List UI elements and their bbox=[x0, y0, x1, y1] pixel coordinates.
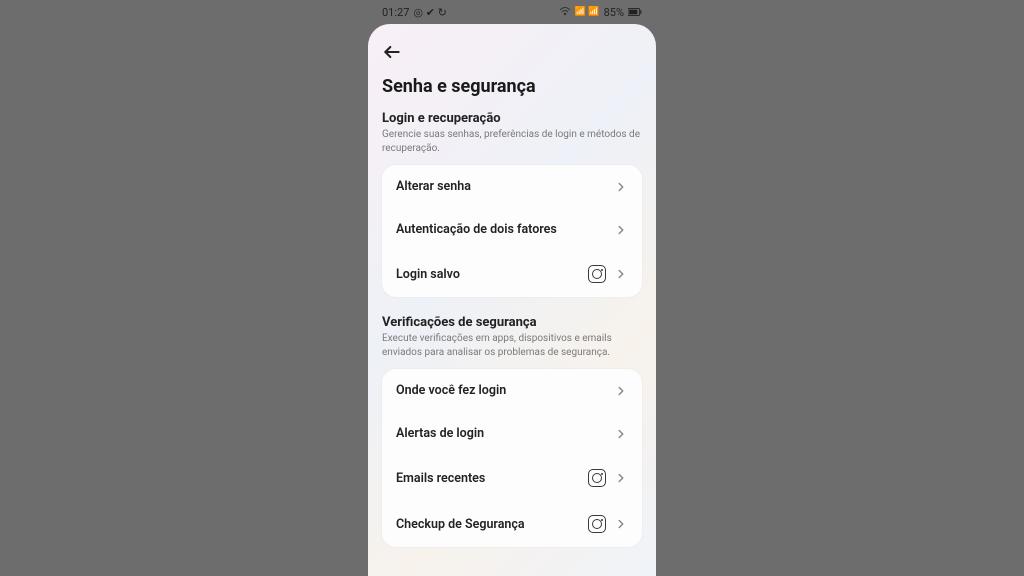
phone-frame: 01:27 ◎ ✔ ↻ 📶 📶 85% bbox=[368, 0, 656, 576]
chevron-right-icon bbox=[614, 223, 628, 237]
card-security-checks: Onde você fez login Alertas de login Ema… bbox=[382, 369, 642, 547]
row-label: Alertas de login bbox=[396, 426, 606, 441]
row-label: Alterar senha bbox=[396, 179, 606, 194]
row-label: Onde você fez login bbox=[396, 383, 606, 398]
chevron-right-icon bbox=[614, 384, 628, 398]
status-time: 01:27 bbox=[382, 7, 409, 18]
instagram-icon bbox=[588, 265, 606, 283]
section-login-recovery-head: Login e recuperação Gerencie suas senhas… bbox=[382, 111, 642, 155]
page-title: Senha e segurança bbox=[382, 76, 642, 97]
row-recent-emails[interactable]: Emails recentes bbox=[382, 455, 642, 501]
section-desc: Execute verificações em apps, dispositiv… bbox=[382, 332, 642, 359]
chevron-right-icon bbox=[614, 267, 628, 281]
row-label: Autenticação de dois fatores bbox=[396, 222, 606, 237]
card-login-recovery: Alterar senha Autenticação de dois fator… bbox=[382, 165, 642, 297]
chevron-right-icon bbox=[614, 180, 628, 194]
row-security-checkup[interactable]: Checkup de Segurança bbox=[382, 501, 642, 547]
row-label: Login salvo bbox=[396, 267, 580, 282]
row-label: Checkup de Segurança bbox=[396, 517, 580, 532]
row-change-password[interactable]: Alterar senha bbox=[382, 165, 642, 208]
section-desc: Gerencie suas senhas, preferências de lo… bbox=[382, 128, 642, 155]
instagram-icon bbox=[588, 515, 606, 533]
row-two-factor[interactable]: Autenticação de dois fatores bbox=[382, 208, 642, 251]
chevron-right-icon bbox=[614, 427, 628, 441]
row-label: Emails recentes bbox=[396, 471, 580, 486]
status-left-icons: ◎ ✔ ↻ bbox=[413, 7, 447, 18]
row-saved-login[interactable]: Login salvo bbox=[382, 251, 642, 297]
section-title: Verificações de segurança bbox=[382, 315, 642, 330]
battery-icon bbox=[628, 7, 642, 18]
chevron-right-icon bbox=[614, 517, 628, 531]
signal-icon: 📶 📶 bbox=[575, 8, 600, 17]
section-title: Login e recuperação bbox=[382, 111, 642, 126]
arrow-left-icon bbox=[382, 42, 402, 62]
instagram-icon bbox=[588, 469, 606, 487]
chevron-right-icon bbox=[614, 471, 628, 485]
back-button[interactable] bbox=[382, 38, 410, 66]
wifi-icon bbox=[559, 6, 571, 18]
section-security-checks-head: Verificações de segurança Execute verifi… bbox=[382, 315, 642, 359]
row-login-alerts[interactable]: Alertas de login bbox=[382, 412, 642, 455]
battery-text: 85% bbox=[604, 7, 624, 18]
settings-screen: Senha e segurança Login e recuperação Ge… bbox=[368, 24, 656, 576]
status-bar: 01:27 ◎ ✔ ↻ 📶 📶 85% bbox=[368, 0, 656, 24]
row-where-logged-in[interactable]: Onde você fez login bbox=[382, 369, 642, 412]
